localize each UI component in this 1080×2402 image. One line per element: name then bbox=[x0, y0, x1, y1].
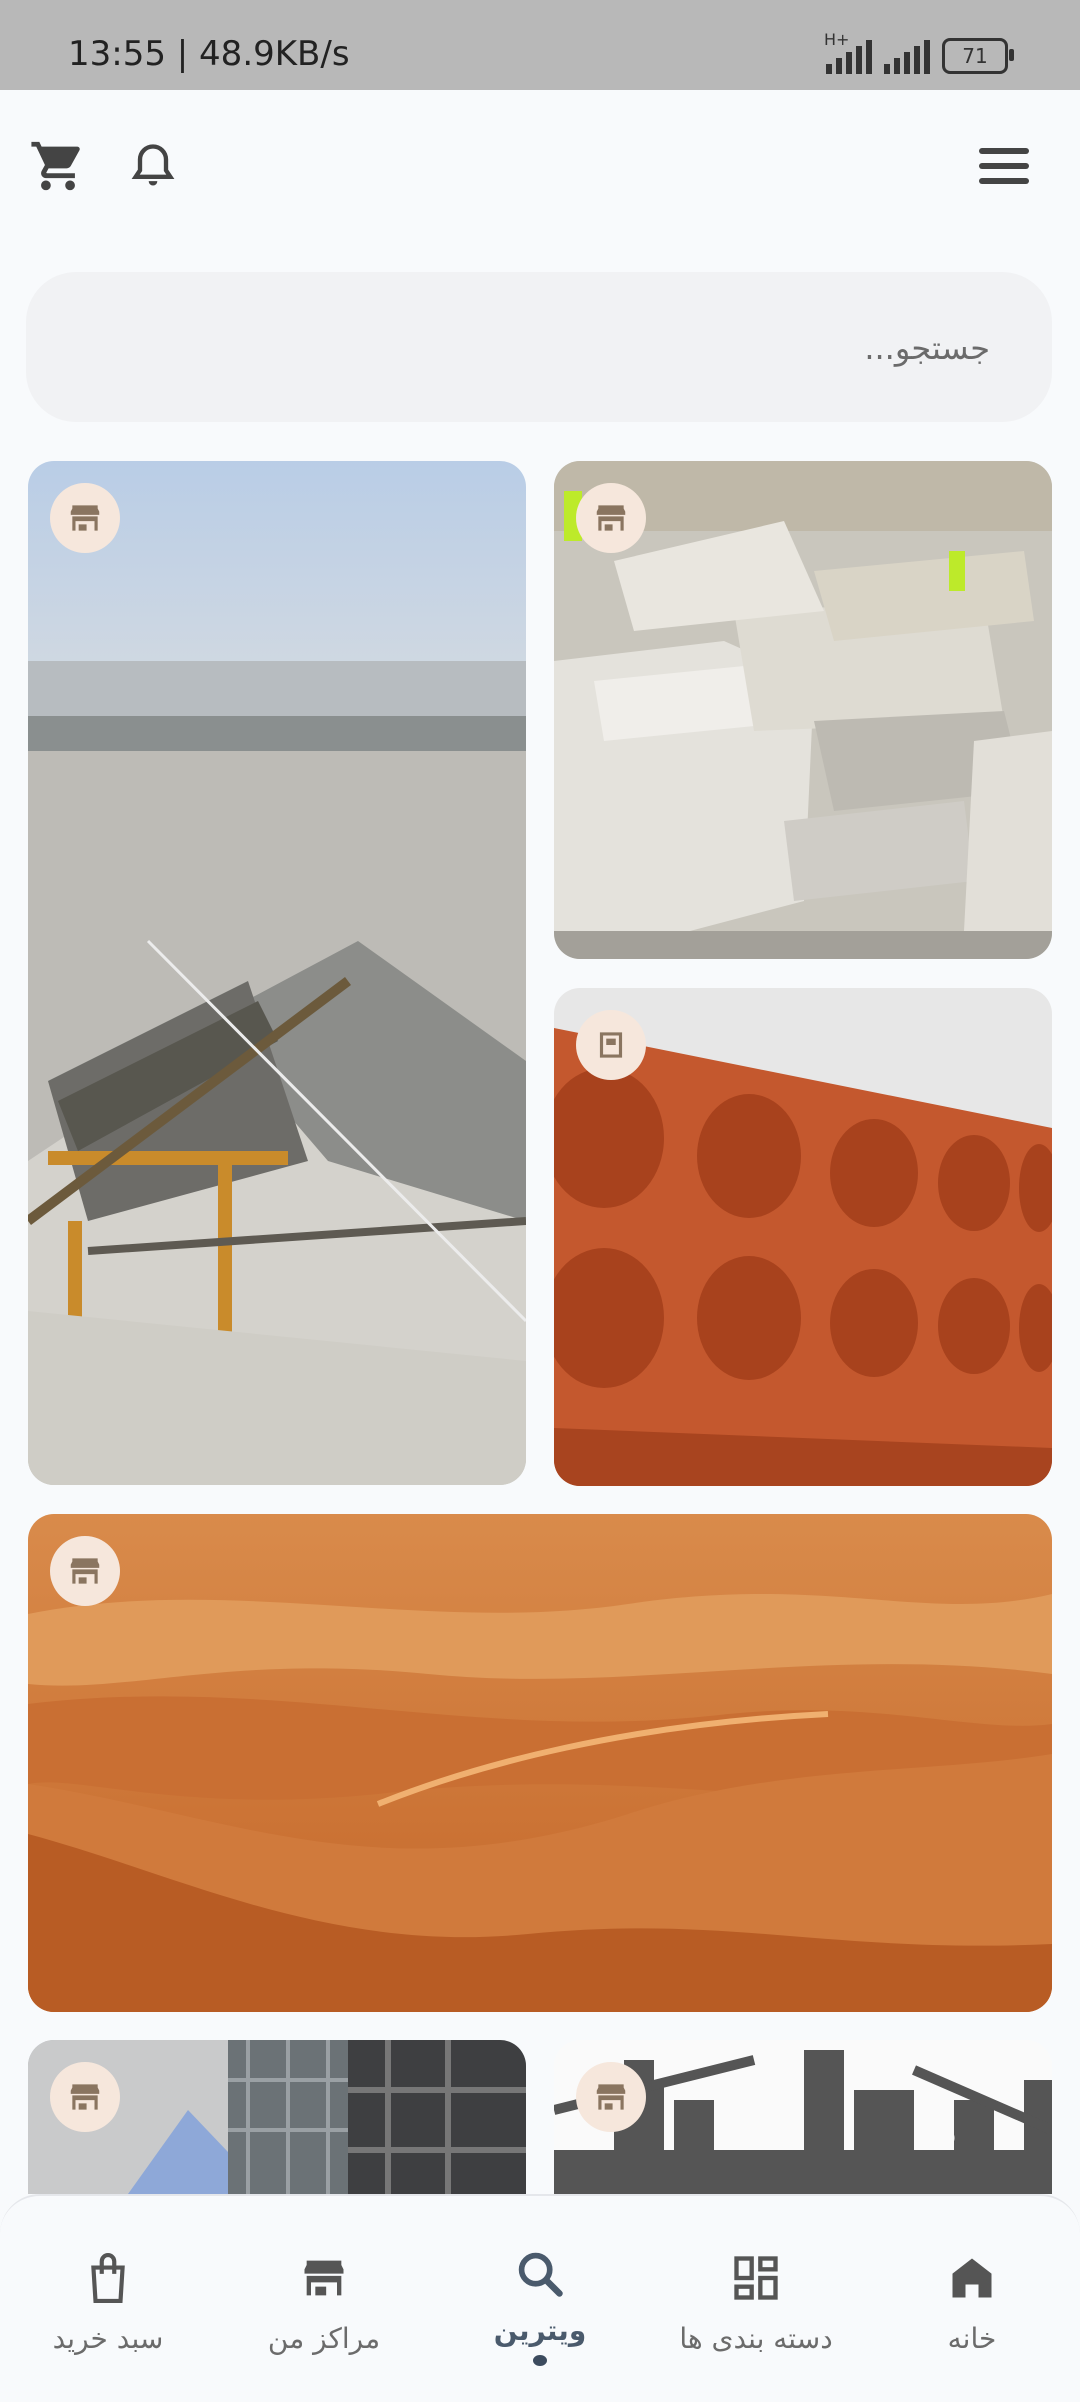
search-input[interactable] bbox=[188, 322, 992, 374]
search-bar[interactable] bbox=[26, 272, 1052, 422]
bottom-nav: سبد خرید مراکز من ویترین دسته بندی ها خا… bbox=[0, 2194, 1080, 2402]
store-icon[interactable] bbox=[576, 1010, 646, 1080]
battery-level: 71 bbox=[962, 44, 988, 68]
tile-image bbox=[28, 1514, 1052, 2012]
nav-label: مراکز من bbox=[267, 2322, 381, 2355]
product-tile-crusher[interactable] bbox=[28, 461, 526, 1485]
signal-icon bbox=[884, 38, 930, 74]
nav-label: ویترین bbox=[493, 2314, 587, 2347]
nav-categories[interactable]: دسته بندی ها bbox=[656, 2196, 856, 2366]
store-icon[interactable] bbox=[576, 2062, 646, 2132]
menu-icon[interactable] bbox=[964, 126, 1044, 206]
dashboard-icon bbox=[726, 2248, 786, 2308]
shopping-bag-icon bbox=[78, 2248, 138, 2308]
tile-image bbox=[28, 461, 526, 1485]
home-icon bbox=[942, 2248, 1002, 2308]
search-icon bbox=[510, 2248, 570, 2300]
product-tile-construction[interactable] bbox=[554, 2040, 1052, 2194]
active-indicator bbox=[533, 2355, 547, 2366]
store-icon[interactable] bbox=[50, 483, 120, 553]
signal-icon: H+ bbox=[824, 30, 872, 74]
network-type: H+ bbox=[824, 30, 850, 49]
nav-cart[interactable]: سبد خرید bbox=[8, 2196, 208, 2366]
nav-showcase[interactable]: ویترین bbox=[440, 2196, 640, 2366]
product-tile-sand[interactable] bbox=[28, 1514, 1052, 2012]
product-tile-building[interactable] bbox=[28, 2040, 526, 2194]
cart-icon[interactable] bbox=[18, 126, 98, 206]
store-icon bbox=[294, 2248, 354, 2308]
store-icon[interactable] bbox=[576, 483, 646, 553]
product-tile-marble[interactable] bbox=[554, 461, 1052, 959]
app-header bbox=[0, 90, 1080, 245]
store-icon[interactable] bbox=[50, 2062, 120, 2132]
status-indicators: H+ 71 bbox=[824, 30, 1014, 76]
nav-label: خانه bbox=[947, 2322, 997, 2355]
battery-icon: 71 bbox=[942, 38, 1014, 74]
nav-label: سبد خرید bbox=[52, 2322, 164, 2355]
nav-label: دسته بندی ها bbox=[679, 2322, 833, 2355]
bell-icon[interactable] bbox=[113, 126, 193, 206]
nav-home[interactable]: خانه bbox=[872, 2196, 1072, 2366]
nav-my-centers[interactable]: مراکز من bbox=[224, 2196, 424, 2366]
status-bar: 13:55 | 48.9KB/s H+ 71 bbox=[0, 0, 1080, 90]
store-icon[interactable] bbox=[50, 1536, 120, 1606]
product-tile-brick[interactable] bbox=[554, 988, 1052, 1486]
status-time-speed: 13:55 | 48.9KB/s bbox=[68, 34, 350, 74]
